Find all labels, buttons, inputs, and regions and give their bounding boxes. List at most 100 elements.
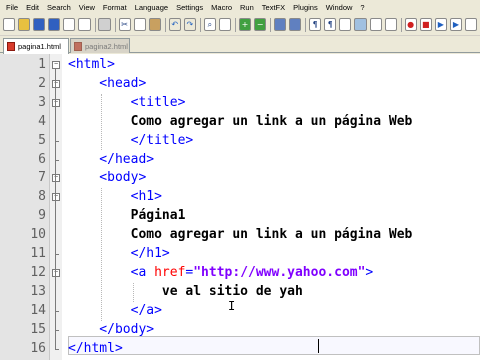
token-tag: <body> [68, 170, 147, 186]
menu-item-textfx[interactable]: TextFX [258, 3, 289, 12]
token-attr: href [154, 264, 186, 280]
menu-bar: File Edit Search View Format Language Settings… [0, 0, 480, 14]
save-icon[interactable] [33, 18, 46, 31]
line-number: 16 [30, 340, 46, 356]
line-number: 9 [38, 208, 46, 224]
i-beam-cursor-icon: I [228, 299, 236, 313]
code-line: 4 Como agregar un link a un página Web [0, 113, 480, 132]
code-line: 7 <body> [0, 169, 480, 188]
menu-item-edit[interactable]: Edit [22, 3, 43, 12]
play-multiple-icon[interactable]: ▶ [449, 18, 462, 31]
code-text: </h1> [68, 245, 170, 264]
menu-item-search[interactable]: Search [43, 3, 75, 12]
play-macro-icon[interactable]: ▶ [434, 18, 447, 31]
code-text: Página1 [68, 207, 186, 226]
code-editor[interactable]: − − − − − − 1 <html> 2 <head> 3 <title> 4 Como ag… [0, 54, 480, 360]
code-line: 1 <html> [0, 56, 480, 75]
line-number: 4 [38, 113, 46, 129]
token-tag: <h1> [68, 189, 162, 205]
line-number: 12 [30, 264, 46, 280]
code-text: <a href="http://www.yahoo.com"> [68, 264, 374, 283]
replace-icon[interactable] [218, 18, 231, 31]
code-line: 10 Como agregar un link a un página Web [0, 226, 480, 245]
code-text: </html> [68, 340, 123, 359]
cut-icon[interactable]: ✂ [118, 18, 131, 31]
open-file-icon[interactable] [18, 18, 31, 31]
code-text: <html> [68, 56, 115, 75]
line-number: 15 [30, 321, 46, 337]
close-icon[interactable]: × [63, 18, 76, 31]
show-all-chars-icon[interactable]: ¶ [324, 18, 337, 31]
undo-icon[interactable]: ↶ [168, 18, 181, 31]
print-icon[interactable] [98, 18, 111, 31]
code-text: </a> [68, 302, 162, 321]
token-tag: <a [68, 264, 155, 280]
code-text: Como agregar un link a un página Web [68, 226, 413, 245]
code-line: 12 <a href="http://www.yahoo.com"> [0, 264, 480, 283]
paste-icon[interactable] [148, 18, 161, 31]
find-icon[interactable]: ⌕ [203, 18, 216, 31]
save-macro-icon[interactable] [465, 18, 478, 31]
stop-record-icon[interactable]: ■ [419, 18, 432, 31]
word-wrap-icon[interactable]: ¶ [309, 18, 322, 31]
line-number: 2 [38, 75, 46, 91]
token-tag: </h1> [68, 246, 170, 261]
token-tag: <title> [68, 94, 186, 110]
save-all-icon[interactable] [48, 18, 61, 31]
token-tag: <head> [68, 75, 147, 91]
toolbar-separator [400, 17, 402, 32]
token-tag: <html> [68, 57, 115, 72]
user-lang-icon[interactable] [354, 18, 367, 31]
toolbar-separator [305, 17, 307, 32]
code-text: <h1> [68, 188, 162, 207]
menu-item-settings[interactable]: Settings [172, 3, 207, 12]
redo-icon[interactable]: ↷ [183, 18, 196, 31]
line-number: 13 [30, 283, 46, 299]
new-file-icon[interactable] [3, 18, 16, 31]
token-tag: </a> [68, 302, 162, 318]
menu-item-format[interactable]: Format [99, 3, 131, 12]
indent-guide-icon[interactable] [339, 18, 352, 31]
line-number: 3 [38, 94, 46, 110]
toolbar: × × ✂ ↶ ↷ ⌕ + − ¶ ¶ ● ■ ▶ ▶ [0, 14, 480, 36]
menu-item-macro[interactable]: Macro [207, 3, 236, 12]
toolbar-separator [235, 17, 236, 32]
menu-item-run[interactable]: Run [236, 3, 258, 12]
token-tag: </title> [68, 132, 194, 148]
toolbar-separator [199, 17, 201, 32]
menu-item-plugins[interactable]: Plugins [289, 3, 322, 12]
tab-pagina2[interactable]: pagina2.html [70, 38, 130, 53]
menu-item-language[interactable]: Language [131, 3, 172, 12]
code-line: 16 </html> [0, 340, 480, 359]
code-line: 8 <h1> [0, 188, 480, 207]
sync-vertical-icon[interactable] [274, 18, 287, 31]
function-list-icon[interactable] [384, 18, 397, 31]
indent-guide [101, 188, 102, 321]
tab-pagina1[interactable]: pagina1.html [3, 38, 69, 54]
code-text: <head> [68, 75, 146, 94]
code-line: 15 </body> [0, 321, 480, 340]
zoom-in-icon[interactable]: + [238, 18, 252, 31]
menu-item-window[interactable]: Window [322, 3, 357, 12]
menu-item-file[interactable]: File [2, 3, 22, 12]
line-number: 10 [30, 227, 46, 243]
copy-icon[interactable] [133, 18, 146, 31]
menu-item-view[interactable]: View [75, 3, 99, 12]
tab-label: pagina2.html [85, 41, 128, 51]
line-number: 7 [38, 170, 46, 186]
code-line: 2 <head> [0, 75, 480, 94]
toolbar-separator [164, 17, 166, 32]
token-txt: Como agregar un link a un página Web [68, 113, 413, 129]
code-line: 14 </a> [0, 302, 480, 321]
line-number: 14 [30, 302, 46, 318]
close-all-icon[interactable]: × [78, 18, 91, 31]
line-number: 1 [38, 57, 46, 72]
zoom-out-icon[interactable]: − [254, 18, 267, 31]
sync-horizontal-icon[interactable] [289, 18, 302, 31]
menu-item-help[interactable]: ? [356, 3, 368, 12]
token-tag: </html> [68, 340, 123, 356]
record-macro-icon[interactable]: ● [404, 18, 417, 31]
file-icon [7, 42, 15, 51]
doc-map-icon[interactable] [369, 18, 382, 31]
code-line: 9 Página1 [0, 207, 480, 226]
